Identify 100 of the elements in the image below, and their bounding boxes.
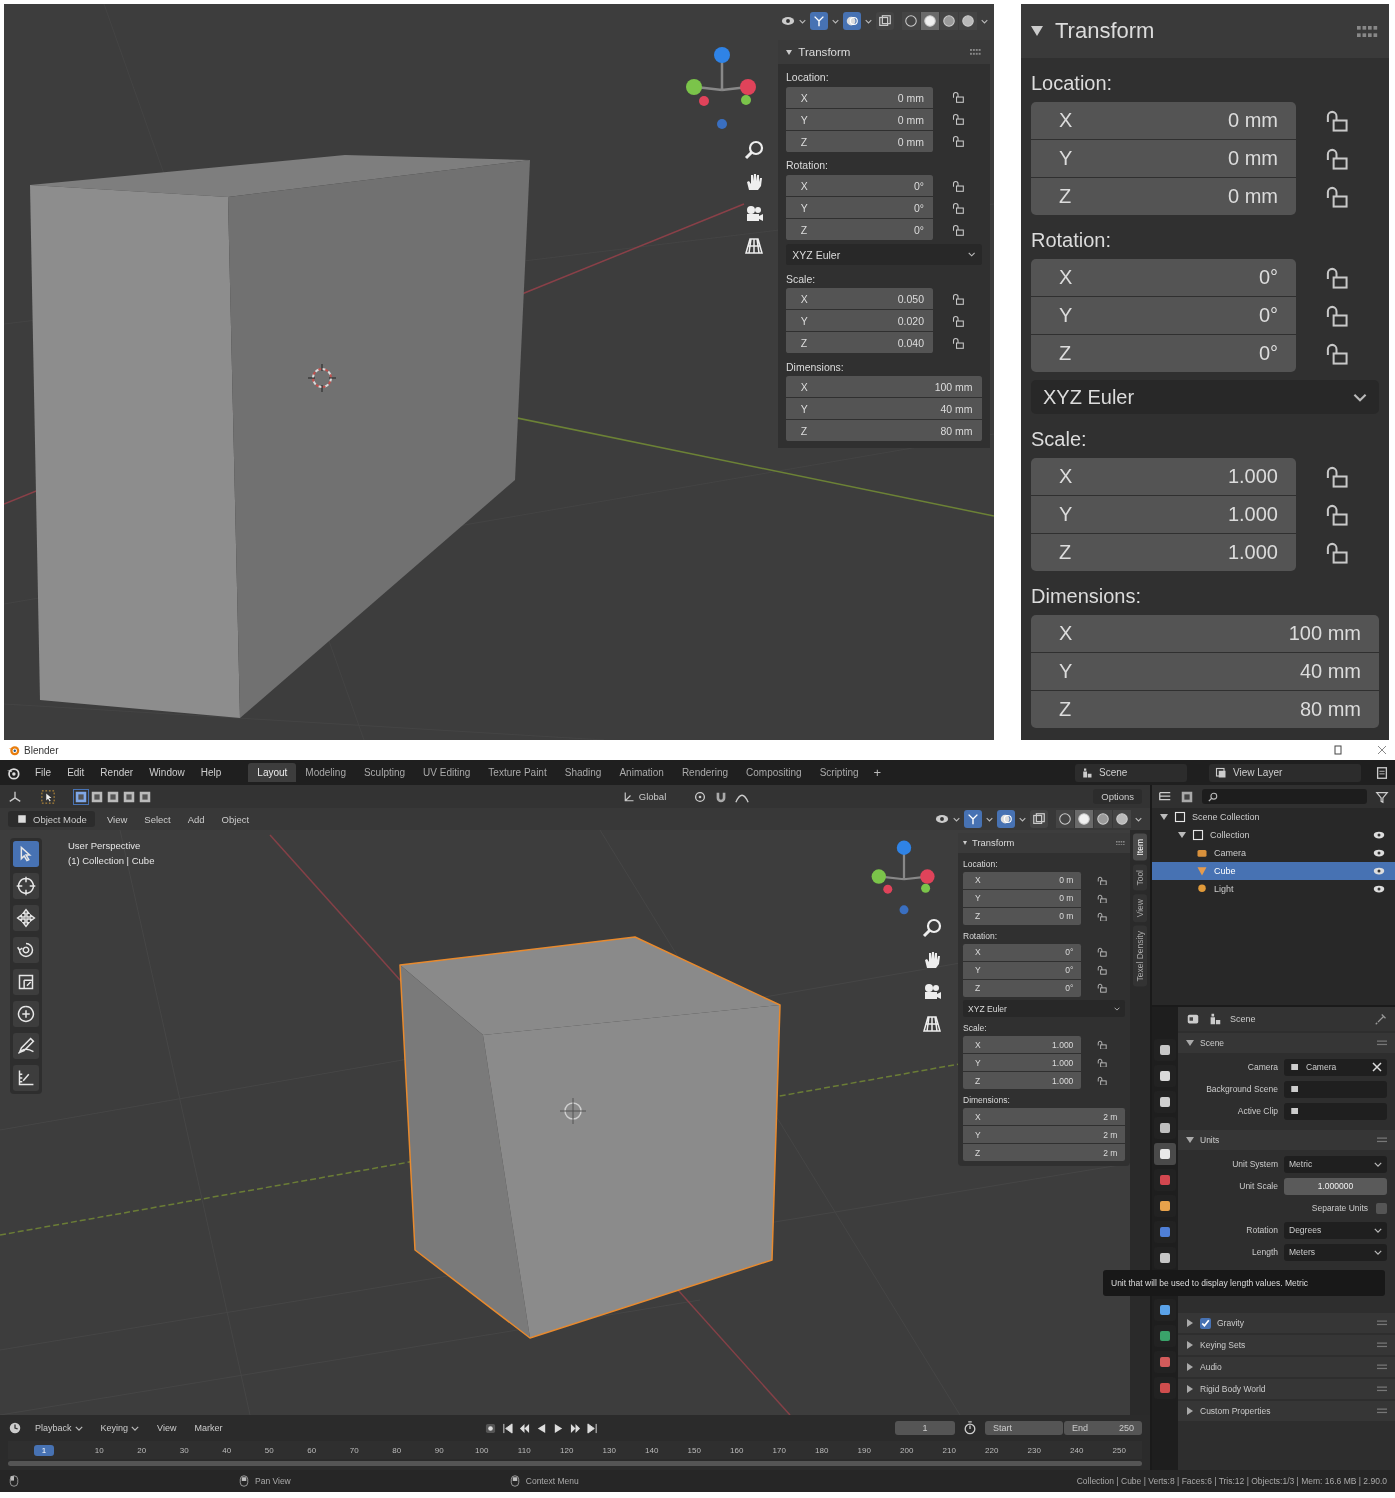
workspace-tab[interactable]: Layout xyxy=(248,763,297,782)
grip-icon[interactable] xyxy=(1357,25,1379,37)
rotation-mode-dropdown[interactable]: XYZ Euler xyxy=(963,1000,1125,1018)
lock-icon[interactable] xyxy=(1325,266,1348,289)
transform-orientation-dropdown[interactable]: Global xyxy=(622,790,667,803)
outliner-row[interactable]: Cube xyxy=(1152,862,1395,880)
number-field[interactable]: Y 0° xyxy=(1031,297,1296,334)
panel-header[interactable]: Rigid Body World xyxy=(1178,1379,1395,1399)
checkbox[interactable] xyxy=(1200,1317,1211,1329)
lock-icon[interactable] xyxy=(951,113,964,126)
selection-mode-icon[interactable] xyxy=(106,789,120,804)
number-field[interactable]: Z 0° xyxy=(786,219,934,241)
number-field[interactable]: X 1.000 xyxy=(1031,458,1296,495)
lock-icon[interactable] xyxy=(951,292,964,305)
dropdown[interactable]: Meters xyxy=(1284,1243,1387,1261)
object-field[interactable] xyxy=(1284,1102,1387,1120)
lock-icon[interactable] xyxy=(951,201,964,214)
menu-item[interactable]: Marker xyxy=(189,1423,228,1433)
eye-icon[interactable] xyxy=(1373,829,1385,841)
pencil-icon[interactable] xyxy=(13,1033,39,1059)
outliner-row[interactable]: Collection xyxy=(1152,826,1395,844)
options-dropdown[interactable]: Options xyxy=(1093,789,1142,804)
next-keyframe-icon[interactable] xyxy=(570,1422,582,1434)
shading-button[interactable] xyxy=(1094,810,1112,828)
lock-icon[interactable] xyxy=(1325,465,1348,488)
start-frame-field[interactable]: Start xyxy=(985,1421,1063,1435)
workspace-tab[interactable]: Compositing xyxy=(737,763,811,782)
lock-icon[interactable] xyxy=(1097,1057,1107,1068)
eye-icon[interactable] xyxy=(1373,883,1385,895)
transform-icon[interactable] xyxy=(13,1001,39,1027)
number-field[interactable]: X 100 mm xyxy=(1031,615,1379,652)
sidebar-tab[interactable]: Texel Density xyxy=(1133,926,1147,987)
lock-icon[interactable] xyxy=(1325,109,1348,132)
grip-icon[interactable] xyxy=(1377,1384,1387,1394)
lock-icon[interactable] xyxy=(1325,185,1348,208)
outliner-row[interactable]: Camera xyxy=(1152,844,1395,862)
checkbox[interactable] xyxy=(1376,1202,1387,1214)
lock-icon[interactable] xyxy=(951,314,964,327)
scene-selector[interactable]: Scene xyxy=(1075,763,1187,782)
number-field[interactable]: 1.000000 xyxy=(1284,1177,1387,1195)
select-tool-icon[interactable] xyxy=(41,789,55,804)
menu-item[interactable]: View xyxy=(152,1423,182,1433)
sidebar-tab[interactable]: Tool xyxy=(1133,864,1147,891)
panel-header[interactable]: Transform xyxy=(1021,4,1389,58)
number-field[interactable]: Z 0.040 xyxy=(786,332,934,354)
number-field[interactable]: Z 0 m xyxy=(963,907,1081,925)
grid-icon[interactable] xyxy=(922,1014,942,1034)
workspace-tab[interactable]: Shading xyxy=(555,763,611,782)
number-field[interactable]: Y 0.020 xyxy=(786,310,934,332)
number-field[interactable]: Z 0° xyxy=(963,979,1081,997)
stopwatch-icon[interactable] xyxy=(963,1421,977,1435)
object-field[interactable] xyxy=(1284,1080,1387,1098)
menu-item[interactable]: Object xyxy=(216,813,255,825)
grip-icon[interactable] xyxy=(1377,1406,1387,1416)
grip-icon[interactable] xyxy=(1377,1318,1387,1328)
number-field[interactable]: X 0 mm xyxy=(1031,102,1296,139)
selection-mode-icon[interactable] xyxy=(122,789,136,804)
lock-icon[interactable] xyxy=(1325,304,1348,327)
number-field[interactable]: X 0 mm xyxy=(786,87,934,108)
lock-icon[interactable] xyxy=(1097,875,1107,886)
current-frame-field[interactable]: 1 xyxy=(895,1421,955,1435)
menu-item[interactable]: Window xyxy=(142,765,192,780)
clipboard-icon[interactable] xyxy=(1375,765,1389,780)
shading-button[interactable] xyxy=(1075,810,1093,828)
lock-icon[interactable] xyxy=(1097,1075,1107,1086)
pivot-icon[interactable] xyxy=(693,789,708,804)
lock-icon[interactable] xyxy=(1325,503,1348,526)
panel-header[interactable]: Audio xyxy=(1178,1357,1395,1377)
grip-icon[interactable] xyxy=(970,49,982,55)
sidebar-tab[interactable]: View xyxy=(1133,894,1147,923)
menu-item[interactable]: Render xyxy=(93,765,141,780)
grip-icon[interactable] xyxy=(1377,1135,1387,1145)
previous-keyframe-icon[interactable] xyxy=(519,1422,531,1434)
selection-mode-icon[interactable] xyxy=(138,789,152,804)
record-icon[interactable] xyxy=(485,1422,497,1434)
menu-item[interactable]: Help xyxy=(193,765,229,780)
display-mode-icon[interactable] xyxy=(1180,789,1194,804)
number-field[interactable]: X 100 mm xyxy=(786,376,982,398)
selection-mode-icon[interactable] xyxy=(74,789,88,804)
outliner-row[interactable]: Light xyxy=(1152,880,1395,898)
menu-item[interactable]: Edit xyxy=(60,765,92,780)
lock-icon[interactable] xyxy=(1097,965,1107,976)
number-field[interactable]: X 1.000 xyxy=(963,1036,1081,1054)
number-field[interactable]: X 0° xyxy=(1031,259,1296,296)
shading-button[interactable] xyxy=(1056,810,1074,828)
menu-item[interactable]: Add xyxy=(182,813,210,825)
number-field[interactable]: Y 0° xyxy=(963,961,1081,979)
hand-icon[interactable] xyxy=(922,950,942,970)
shading-button[interactable] xyxy=(921,12,939,30)
workspace-tab[interactable]: Modeling xyxy=(296,763,355,782)
workspace-tab[interactable]: Animation xyxy=(610,763,673,782)
scale-icon[interactable] xyxy=(13,969,39,995)
workspace-tab[interactable]: Texture Paint xyxy=(479,763,556,782)
add-workspace-button[interactable]: + xyxy=(867,765,888,780)
menu-item[interactable]: Keying xyxy=(95,1423,145,1433)
workspace-tab[interactable]: Rendering xyxy=(672,763,738,782)
lock-icon[interactable] xyxy=(1097,911,1107,922)
shading-button[interactable] xyxy=(1113,810,1131,828)
lock-icon[interactable] xyxy=(951,91,964,104)
lock-icon[interactable] xyxy=(951,135,964,148)
